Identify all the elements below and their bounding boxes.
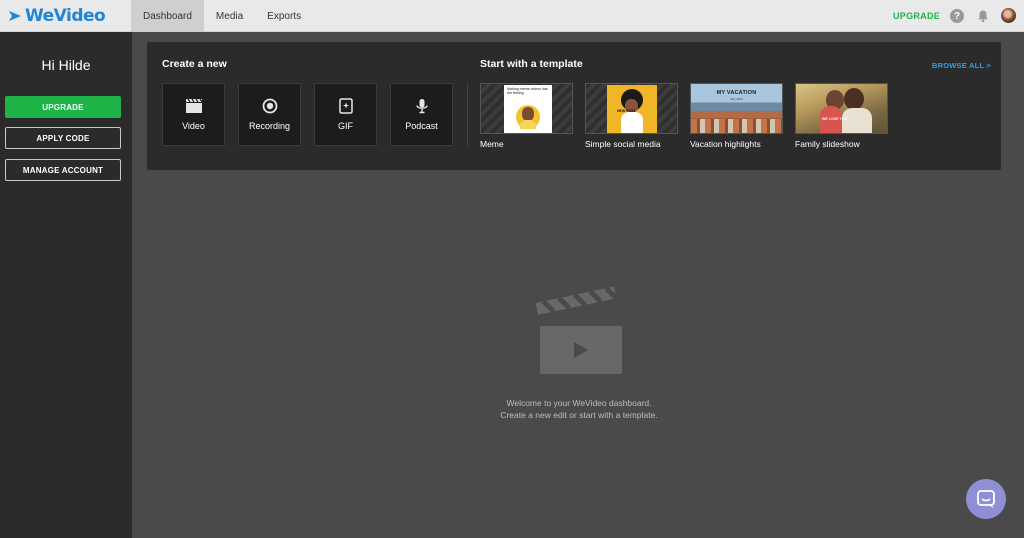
create-recording-tile[interactable]: Recording — [238, 83, 301, 146]
template-vacation-highlights[interactable]: MY VACATION Italy 2020 Vacation highligh… — [690, 83, 783, 149]
welcome-message: Welcome to your WeVideo dashboard. Creat… — [432, 397, 726, 421]
create-gif-tile[interactable]: GIF — [314, 83, 377, 146]
logo-text: WeVideo — [25, 6, 106, 26]
top-bar: WeVideo Dashboard Media Exports UPGRADE … — [0, 0, 1024, 32]
panel-divider — [467, 83, 468, 147]
upgrade-button[interactable]: UPGRADE — [5, 96, 121, 118]
create-heading: Create a new — [162, 58, 227, 70]
create-panel: Create a new Start with a template BROWS… — [147, 42, 1001, 170]
tile-label: GIF — [338, 121, 353, 131]
browse-all-link[interactable]: BROWSE ALL > — [932, 61, 991, 70]
manage-account-button[interactable]: MANAGE ACCOUNT — [5, 159, 121, 181]
template-simple-social-media[interactable]: NEW POST Simple social media — [585, 83, 678, 149]
apply-code-button[interactable]: APPLY CODE — [5, 127, 121, 149]
template-family-slideshow[interactable]: WE LOVE YOU Family slideshow — [795, 83, 888, 149]
welcome-line-2: Create a new edit or start with a templa… — [500, 410, 658, 420]
tab-media[interactable]: Media — [204, 0, 255, 32]
logo-play-icon — [9, 11, 21, 21]
template-label: Simple social media — [585, 139, 661, 149]
tab-exports[interactable]: Exports — [255, 0, 313, 32]
template-label: Vacation highlights — [690, 139, 761, 149]
top-upgrade-link[interactable]: UPGRADE — [893, 11, 940, 21]
tile-label: Recording — [248, 121, 291, 131]
thumb-text: NEW POST — [617, 109, 636, 113]
template-thumbnail: MY VACATION Italy 2020 — [690, 83, 783, 134]
welcome-line-1: Welcome to your WeVideo dashboard. — [506, 398, 652, 408]
thumb-text: Making meme videos has me feeling — [507, 87, 548, 95]
thumb-text: WE LOVE YOU — [822, 117, 848, 121]
create-video-tile[interactable]: Video — [162, 83, 225, 146]
social-card: NEW POST — [607, 85, 657, 133]
wevideo-logo[interactable]: WeVideo — [8, 6, 106, 26]
main-nav: Dashboard Media Exports — [131, 0, 313, 32]
greeting: Hi Hilde — [41, 57, 91, 73]
create-podcast-tile[interactable]: Podcast — [390, 83, 453, 146]
template-label: Meme — [480, 139, 504, 149]
template-heading: Start with a template — [480, 58, 583, 70]
gif-icon — [339, 98, 353, 114]
tab-dashboard[interactable]: Dashboard — [131, 0, 204, 32]
microphone-icon — [416, 99, 428, 114]
notification-bell-icon[interactable] — [976, 9, 990, 23]
thumb-text: MY VACATION — [716, 90, 757, 96]
thumb-subtext: Italy 2020 — [729, 97, 743, 101]
help-icon[interactable]: ? — [950, 9, 964, 23]
user-avatar[interactable] — [1001, 8, 1016, 23]
sidebar: Hi Hilde UPGRADE APPLY CODE MANAGE ACCOU… — [0, 32, 132, 538]
record-icon — [262, 98, 278, 114]
template-thumbnail: WE LOVE YOU — [795, 83, 888, 134]
template-thumbnail: Making meme videos has me feeling — [480, 83, 573, 134]
template-meme[interactable]: Making meme videos has me feeling Meme — [480, 83, 573, 149]
chat-icon — [977, 490, 995, 508]
clapperboard-icon — [535, 286, 622, 374]
tile-label: Video — [182, 121, 205, 131]
meme-card: Making meme videos has me feeling — [504, 85, 552, 133]
chat-support-button[interactable] — [966, 479, 1006, 519]
tile-label: Podcast — [405, 121, 438, 131]
template-label: Family slideshow — [795, 139, 860, 149]
template-thumbnail: NEW POST — [585, 83, 678, 134]
film-icon — [186, 98, 203, 113]
